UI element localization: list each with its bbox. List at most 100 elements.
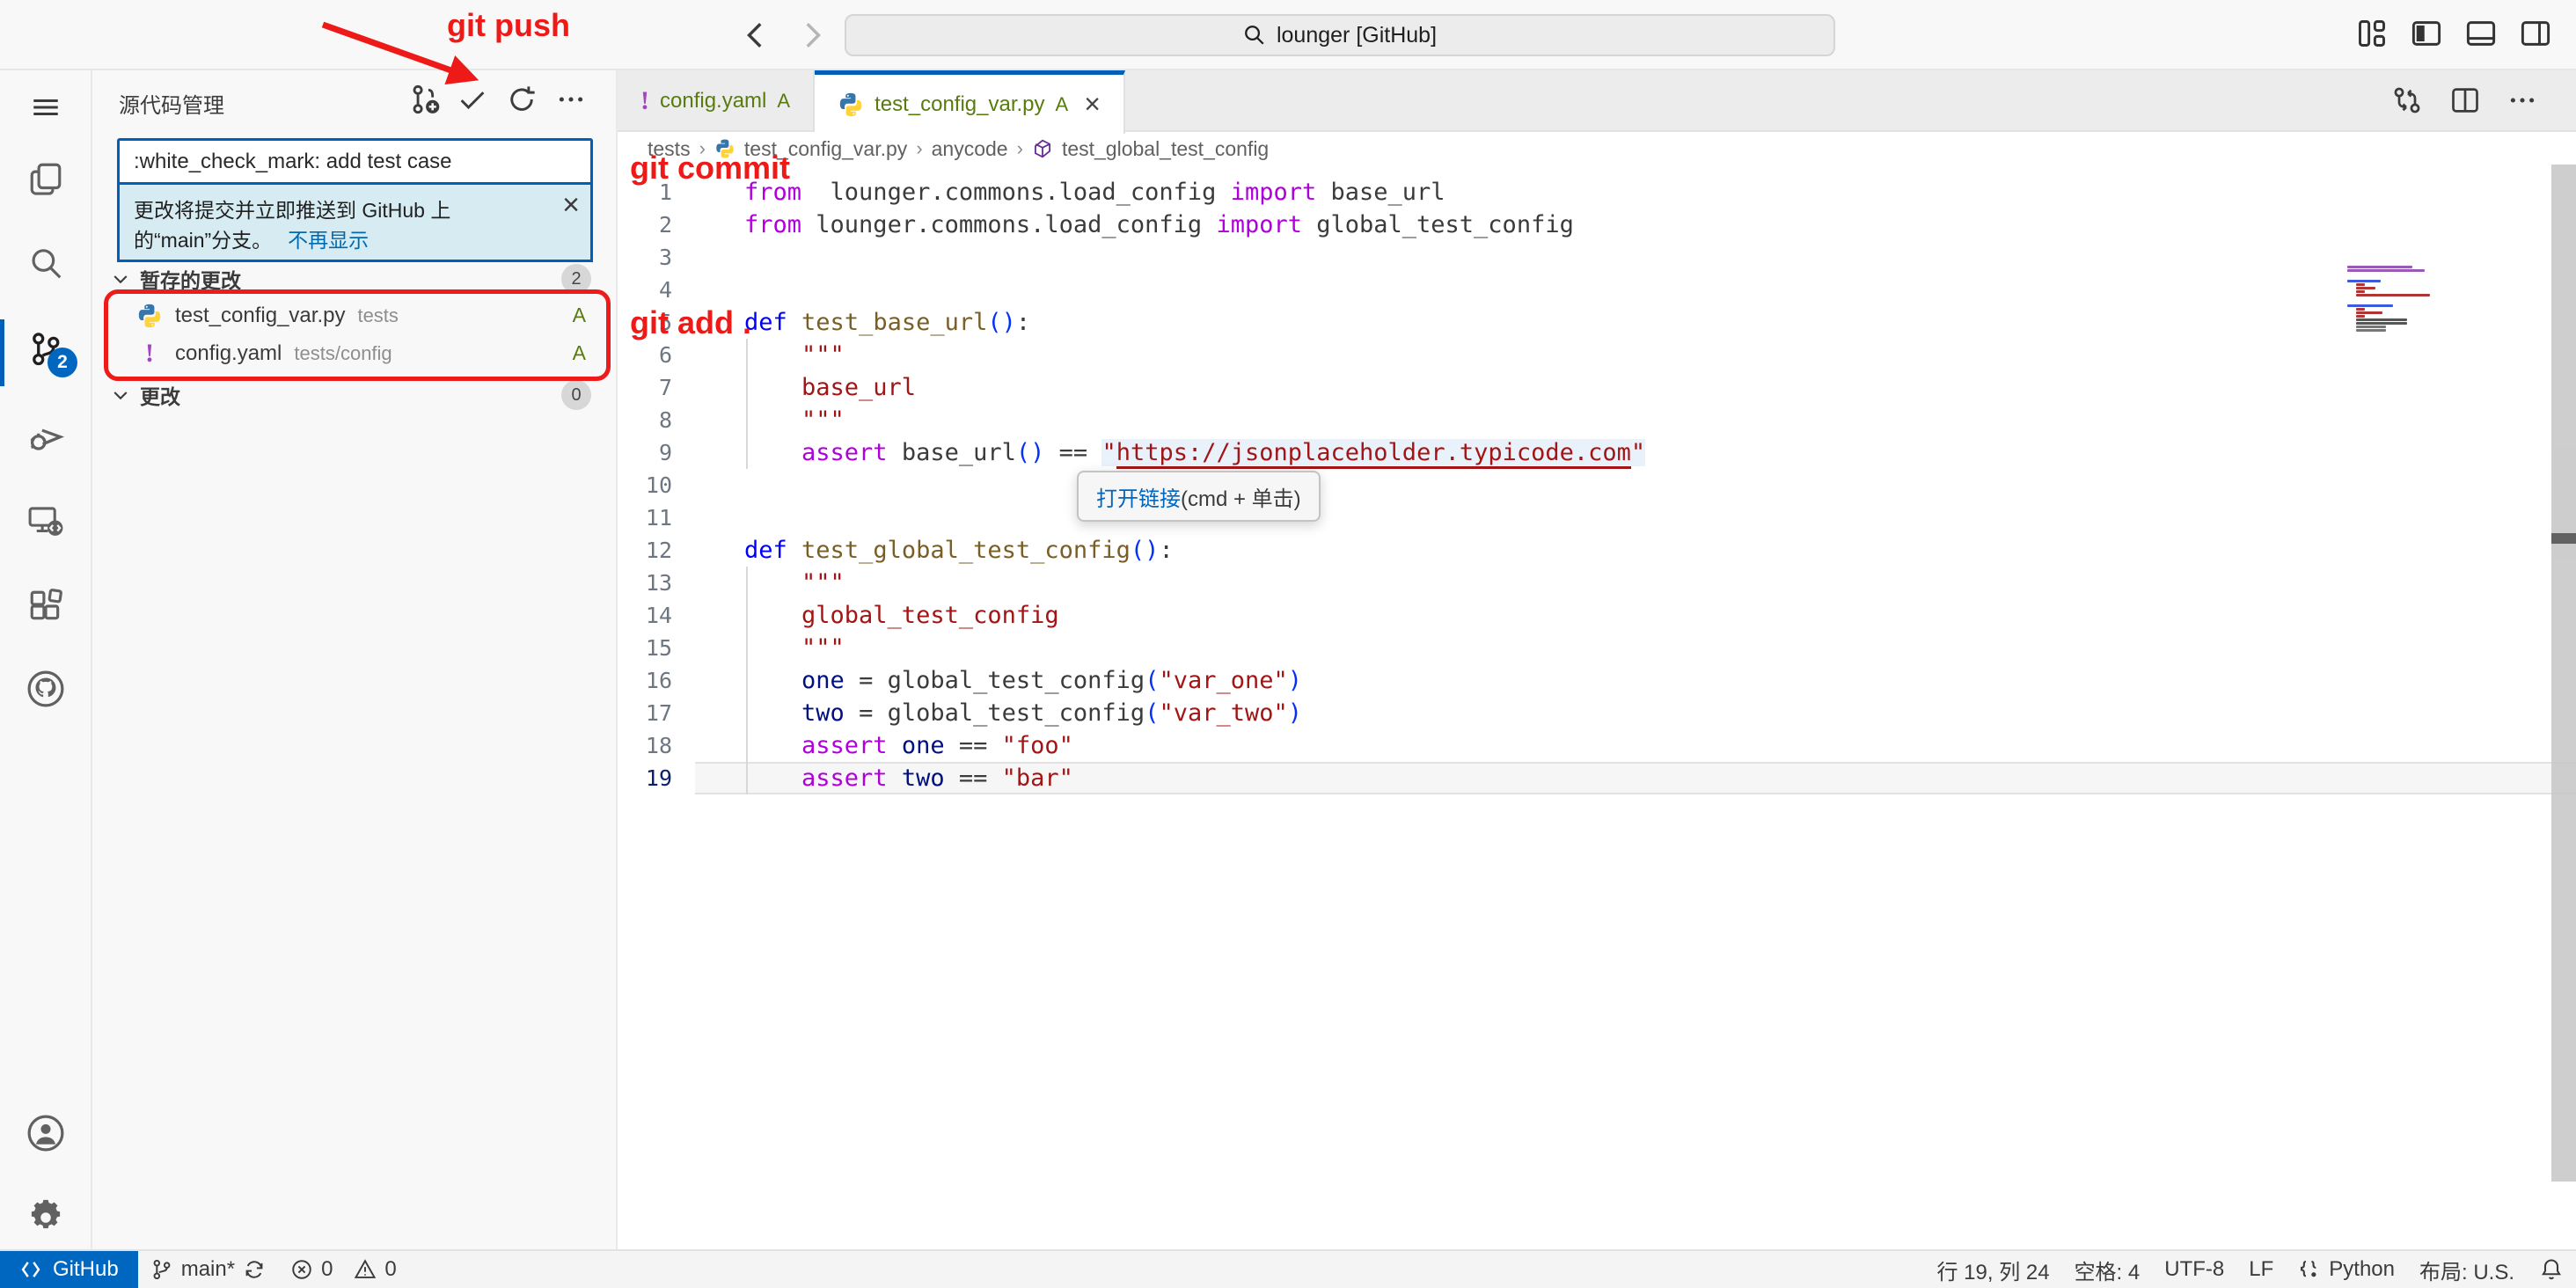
line-number[interactable]: 17 — [618, 697, 695, 729]
line-number[interactable]: 4 — [618, 274, 695, 306]
breadcrumb-item[interactable]: tests — [648, 137, 691, 161]
line-number[interactable]: 8 — [618, 404, 695, 436]
account-icon[interactable] — [0, 1105, 91, 1161]
keyboard-layout-status[interactable]: 布局: U.S. — [2407, 1251, 2527, 1288]
nav-forward-icon[interactable] — [794, 18, 829, 53]
indentation-status[interactable]: 空格: 4 — [2062, 1251, 2153, 1288]
line-number[interactable]: 11 — [618, 501, 695, 534]
encoding-status[interactable]: UTF-8 — [2152, 1251, 2236, 1288]
sidebar-item-explorer[interactable] — [0, 150, 91, 207]
code-line[interactable]: 15 """ — [618, 632, 2576, 664]
toggle-secondary-sidebar-icon[interactable] — [2520, 18, 2551, 49]
more-actions-icon[interactable] — [554, 83, 588, 116]
tab-git-badge: A — [1056, 93, 1069, 116]
scrollbar-marker — [2551, 533, 2576, 544]
language-status[interactable]: Python — [2286, 1251, 2407, 1288]
warning-count: 0 — [384, 1257, 396, 1282]
tab-bar: ! config.yaml A test_config_var.py A × — [618, 70, 2576, 132]
tab-test-config-var-py[interactable]: test_config_var.py A × — [815, 70, 1125, 134]
branch-status[interactable]: main* — [138, 1251, 278, 1288]
code-line[interactable]: 2from lounger.commons.load_config import… — [618, 209, 2576, 241]
toggle-primary-sidebar-icon[interactable] — [2411, 18, 2442, 49]
line-number[interactable]: 2 — [618, 209, 695, 241]
line-number[interactable]: 1 — [618, 176, 695, 209]
breadcrumb-item[interactable]: test_global_test_config — [1062, 137, 1269, 161]
line-number[interactable]: 6 — [618, 339, 695, 371]
code-editor[interactable]: 1from lounger.commons.load_config import… — [618, 165, 2576, 1249]
refresh-icon[interactable] — [505, 83, 538, 116]
breadcrumb-item[interactable]: anycode — [932, 137, 1008, 161]
code-line[interactable]: 10 — [618, 469, 2576, 501]
code-line[interactable]: 14 global_test_config — [618, 599, 2576, 632]
line-number[interactable]: 15 — [618, 632, 695, 664]
line-number[interactable]: 9 — [618, 436, 695, 469]
line-number[interactable]: 7 — [618, 371, 695, 404]
code-line[interactable]: 18 assert one == "foo" — [618, 729, 2576, 762]
line-number[interactable]: 13 — [618, 567, 695, 599]
staged-file-row[interactable]: test_config_var.py tests A — [92, 296, 618, 334]
code-line[interactable]: 1from lounger.commons.load_config import… — [618, 176, 2576, 209]
minimap-row — [2356, 311, 2382, 314]
line-number[interactable]: 16 — [618, 664, 695, 697]
minimap-row — [2356, 322, 2407, 325]
code-line[interactable]: 6 """ — [618, 339, 2576, 371]
code-line[interactable]: 4 — [618, 274, 2576, 306]
sidebar-item-source-control[interactable]: 2 — [0, 321, 91, 377]
changes-header[interactable]: 更改 0 — [92, 378, 618, 412]
line-number[interactable]: 18 — [618, 729, 695, 762]
code-line[interactable]: 19 assert two == "bar" — [618, 762, 2576, 794]
code-line[interactable]: 11 — [618, 501, 2576, 534]
breadcrumb-item[interactable]: test_config_var.py — [744, 137, 907, 161]
tab-config-yaml[interactable]: ! config.yaml A — [618, 70, 815, 132]
nav-back-icon[interactable] — [739, 18, 774, 53]
sidebar-item-remote-explorer[interactable] — [0, 493, 91, 549]
code-line[interactable]: 13 """ — [618, 567, 2576, 599]
commit-message-input[interactable]: :white_check_mark: add test case — [117, 138, 593, 185]
sidebar-item-extensions[interactable] — [0, 578, 91, 634]
open-link-action[interactable]: 打开链接 — [1096, 481, 1181, 512]
eol-status[interactable]: LF — [2236, 1251, 2286, 1288]
code-line[interactable]: 16 one = global_test_config("var_one") — [618, 664, 2576, 697]
code-line[interactable]: 5def test_base_url(): — [618, 306, 2576, 339]
github-icon[interactable] — [0, 661, 91, 717]
code-link[interactable]: https://jsonplaceholder.typicode.com — [1116, 439, 1631, 469]
code-line[interactable]: 7 base_url — [618, 371, 2576, 404]
more-actions-icon[interactable] — [2507, 85, 2537, 115]
line-number[interactable]: 5 — [618, 306, 695, 339]
scm-graph-icon[interactable] — [406, 83, 440, 116]
problems-status[interactable]: 0 0 — [278, 1251, 409, 1288]
staged-changes-header[interactable]: 暂存的更改 2 — [92, 262, 618, 296]
close-icon[interactable]: × — [1084, 88, 1101, 121]
line-number[interactable]: 10 — [618, 469, 695, 501]
dont-show-again-link[interactable]: 不再显示 — [288, 229, 369, 252]
bell-icon[interactable] — [2527, 1251, 2576, 1288]
code-line[interactable]: 9 assert base_url() == "https://jsonplac… — [618, 436, 2576, 469]
breadcrumb: tests › test_config_var.py › anycode › t… — [618, 132, 2576, 165]
menu-icon[interactable] — [0, 79, 91, 135]
line-number[interactable]: 3 — [618, 241, 695, 274]
toggle-panel-icon[interactable] — [2465, 18, 2497, 49]
staged-file-row[interactable]: ! config.yaml tests/config A — [92, 334, 618, 372]
line-number[interactable]: 19 — [618, 762, 695, 794]
sidebar-item-search[interactable] — [0, 236, 91, 292]
editor-scrollbar[interactable] — [2551, 165, 2576, 1182]
code-line[interactable]: 17 two = global_test_config("var_two") — [618, 697, 2576, 729]
command-center-search[interactable]: lounger [GitHub] — [845, 14, 1835, 56]
line-number[interactable]: 12 — [618, 534, 695, 567]
remote-indicator[interactable]: GitHub — [0, 1251, 138, 1288]
minimap[interactable] — [2347, 266, 2479, 333]
customize-layout-icon[interactable] — [2356, 18, 2388, 49]
close-icon[interactable]: × — [562, 190, 580, 220]
indent-guide — [746, 567, 748, 794]
cursor-position[interactable]: 行 19, 列 24 — [1925, 1251, 2062, 1288]
settings-gear-icon[interactable] — [0, 1189, 91, 1246]
line-number[interactable]: 14 — [618, 599, 695, 632]
code-line[interactable]: 8 """ — [618, 404, 2576, 436]
sidebar-item-run-debug[interactable] — [0, 408, 91, 465]
split-editor-icon[interactable] — [2449, 84, 2481, 116]
code-text — [695, 469, 2576, 501]
open-changes-icon[interactable] — [2391, 84, 2423, 116]
code-line[interactable]: 12def test_global_test_config(): — [618, 534, 2576, 567]
code-line[interactable]: 3 — [618, 241, 2576, 274]
commit-check-icon[interactable] — [456, 83, 489, 116]
